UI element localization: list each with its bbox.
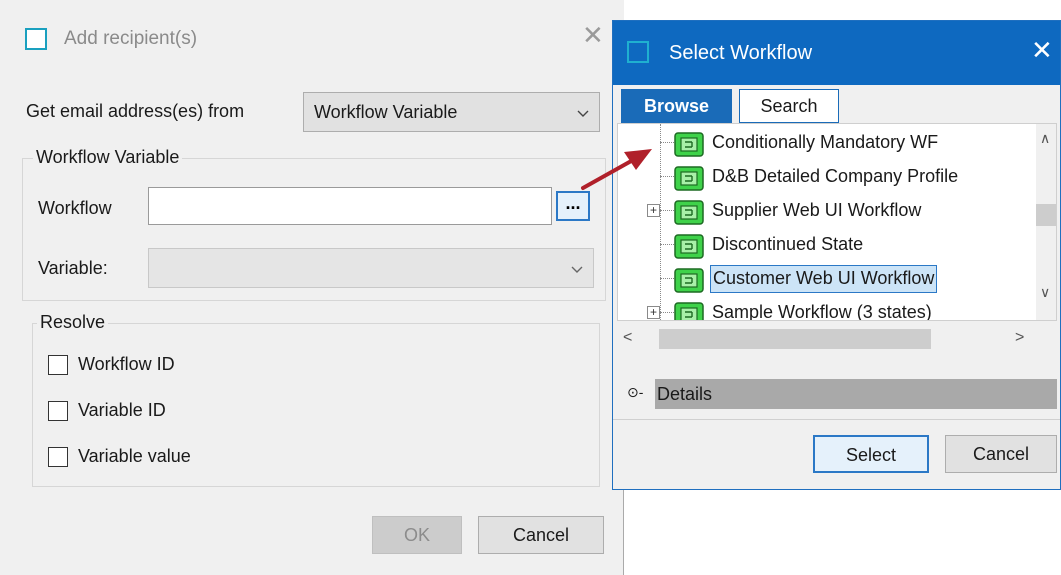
select-workflow-title-bar: Select Workflow ✕ [613,21,1060,85]
workflow-label: Workflow [38,198,112,218]
tree-connector [660,124,661,320]
collapse-toggle-icon[interactable]: ⊙- [627,384,643,401]
details-section[interactable]: ⊙- Details [627,379,1057,409]
workflow-icon [674,132,704,157]
horizontal-scroll-thumb[interactable] [659,329,931,349]
add-recipient-title-bar: Add recipient(s) ✕ [0,0,624,82]
chevron-down-icon [571,266,583,273]
horizontal-scrollbar[interactable]: < > [617,327,1035,351]
window-app-icon [25,28,47,50]
workflow-tree[interactable]: + + Conditionally Mandatory WF D&B Detai… [617,123,1057,321]
add-recipient-title: Add recipient(s) [64,28,198,49]
tab-search[interactable]: Search [739,89,839,123]
vertical-scroll-thumb[interactable] [1036,204,1056,226]
workflow-icon [674,268,704,293]
details-header-bar [655,379,1057,409]
tree-connector [660,210,674,211]
window-app-icon [627,41,649,63]
tab-browse[interactable]: Browse [621,89,732,123]
tree-connector [660,176,674,177]
tree-item-label: D&B Detailed Company Profile [712,166,959,186]
cancel-button[interactable]: Cancel [478,516,604,554]
tree-item-label: Supplier Web UI Workflow [712,200,922,220]
tree-connector [660,312,674,313]
expand-icon[interactable]: + [647,306,660,319]
workflow-icon [674,234,704,259]
variable-label: Variable: [38,258,108,278]
tree-item-label: Discontinued State [712,234,864,254]
close-icon[interactable]: ✕ [1031,37,1053,63]
tree-connector [660,142,674,143]
workflow-variable-legend: Workflow Variable [33,147,183,168]
workflow-icon [674,200,704,225]
add-recipient-dialog: Add recipient(s) ✕ Get email address(es)… [0,0,624,575]
variable-select[interactable] [148,248,594,288]
vertical-scrollbar[interactable]: ∧ ∨ [1036,124,1056,320]
details-label: Details [657,384,713,404]
tree-item-label: Customer Web UI Workflow [710,265,938,293]
get-email-label: Get email address(es) from [26,101,245,121]
variable-value-checkbox[interactable] [48,447,68,467]
workflow-icon [674,302,704,320]
tree-item-label: Sample Workflow (3 states) [712,302,932,321]
tree-item-label: Conditionally Mandatory WF [712,132,939,152]
email-source-value: Workflow Variable [314,102,458,122]
chevron-down-icon [577,110,589,117]
cancel-button[interactable]: Cancel [945,435,1057,473]
browse-workflow-button[interactable]: ... [556,191,590,221]
tree-connector [660,244,674,245]
workflow-id-label: Workflow ID [78,354,175,374]
workflow-icon [674,166,704,191]
variable-id-label: Variable ID [78,400,166,420]
select-workflow-dialog: Select Workflow ✕ Browse Search + + Cond… [612,20,1061,490]
workflow-field[interactable] [148,187,552,225]
button-separator [613,419,1060,420]
scroll-left-icon[interactable]: < [623,329,632,347]
scroll-up-icon[interactable]: ∧ [1040,130,1050,147]
select-button[interactable]: Select [813,435,929,473]
tree-connector [660,278,674,279]
resolve-legend: Resolve [37,312,109,333]
scroll-right-icon[interactable]: > [1015,329,1024,347]
email-source-select[interactable]: Workflow Variable [303,92,600,132]
select-workflow-title: Select Workflow [669,42,813,64]
variable-id-checkbox[interactable] [48,401,68,421]
variable-value-label: Variable value [78,446,191,466]
ok-button[interactable]: OK [372,516,462,554]
workflow-id-checkbox[interactable] [48,355,68,375]
close-icon[interactable]: ✕ [582,22,604,48]
expand-icon[interactable]: + [647,204,660,217]
scroll-down-icon[interactable]: ∨ [1040,284,1050,301]
